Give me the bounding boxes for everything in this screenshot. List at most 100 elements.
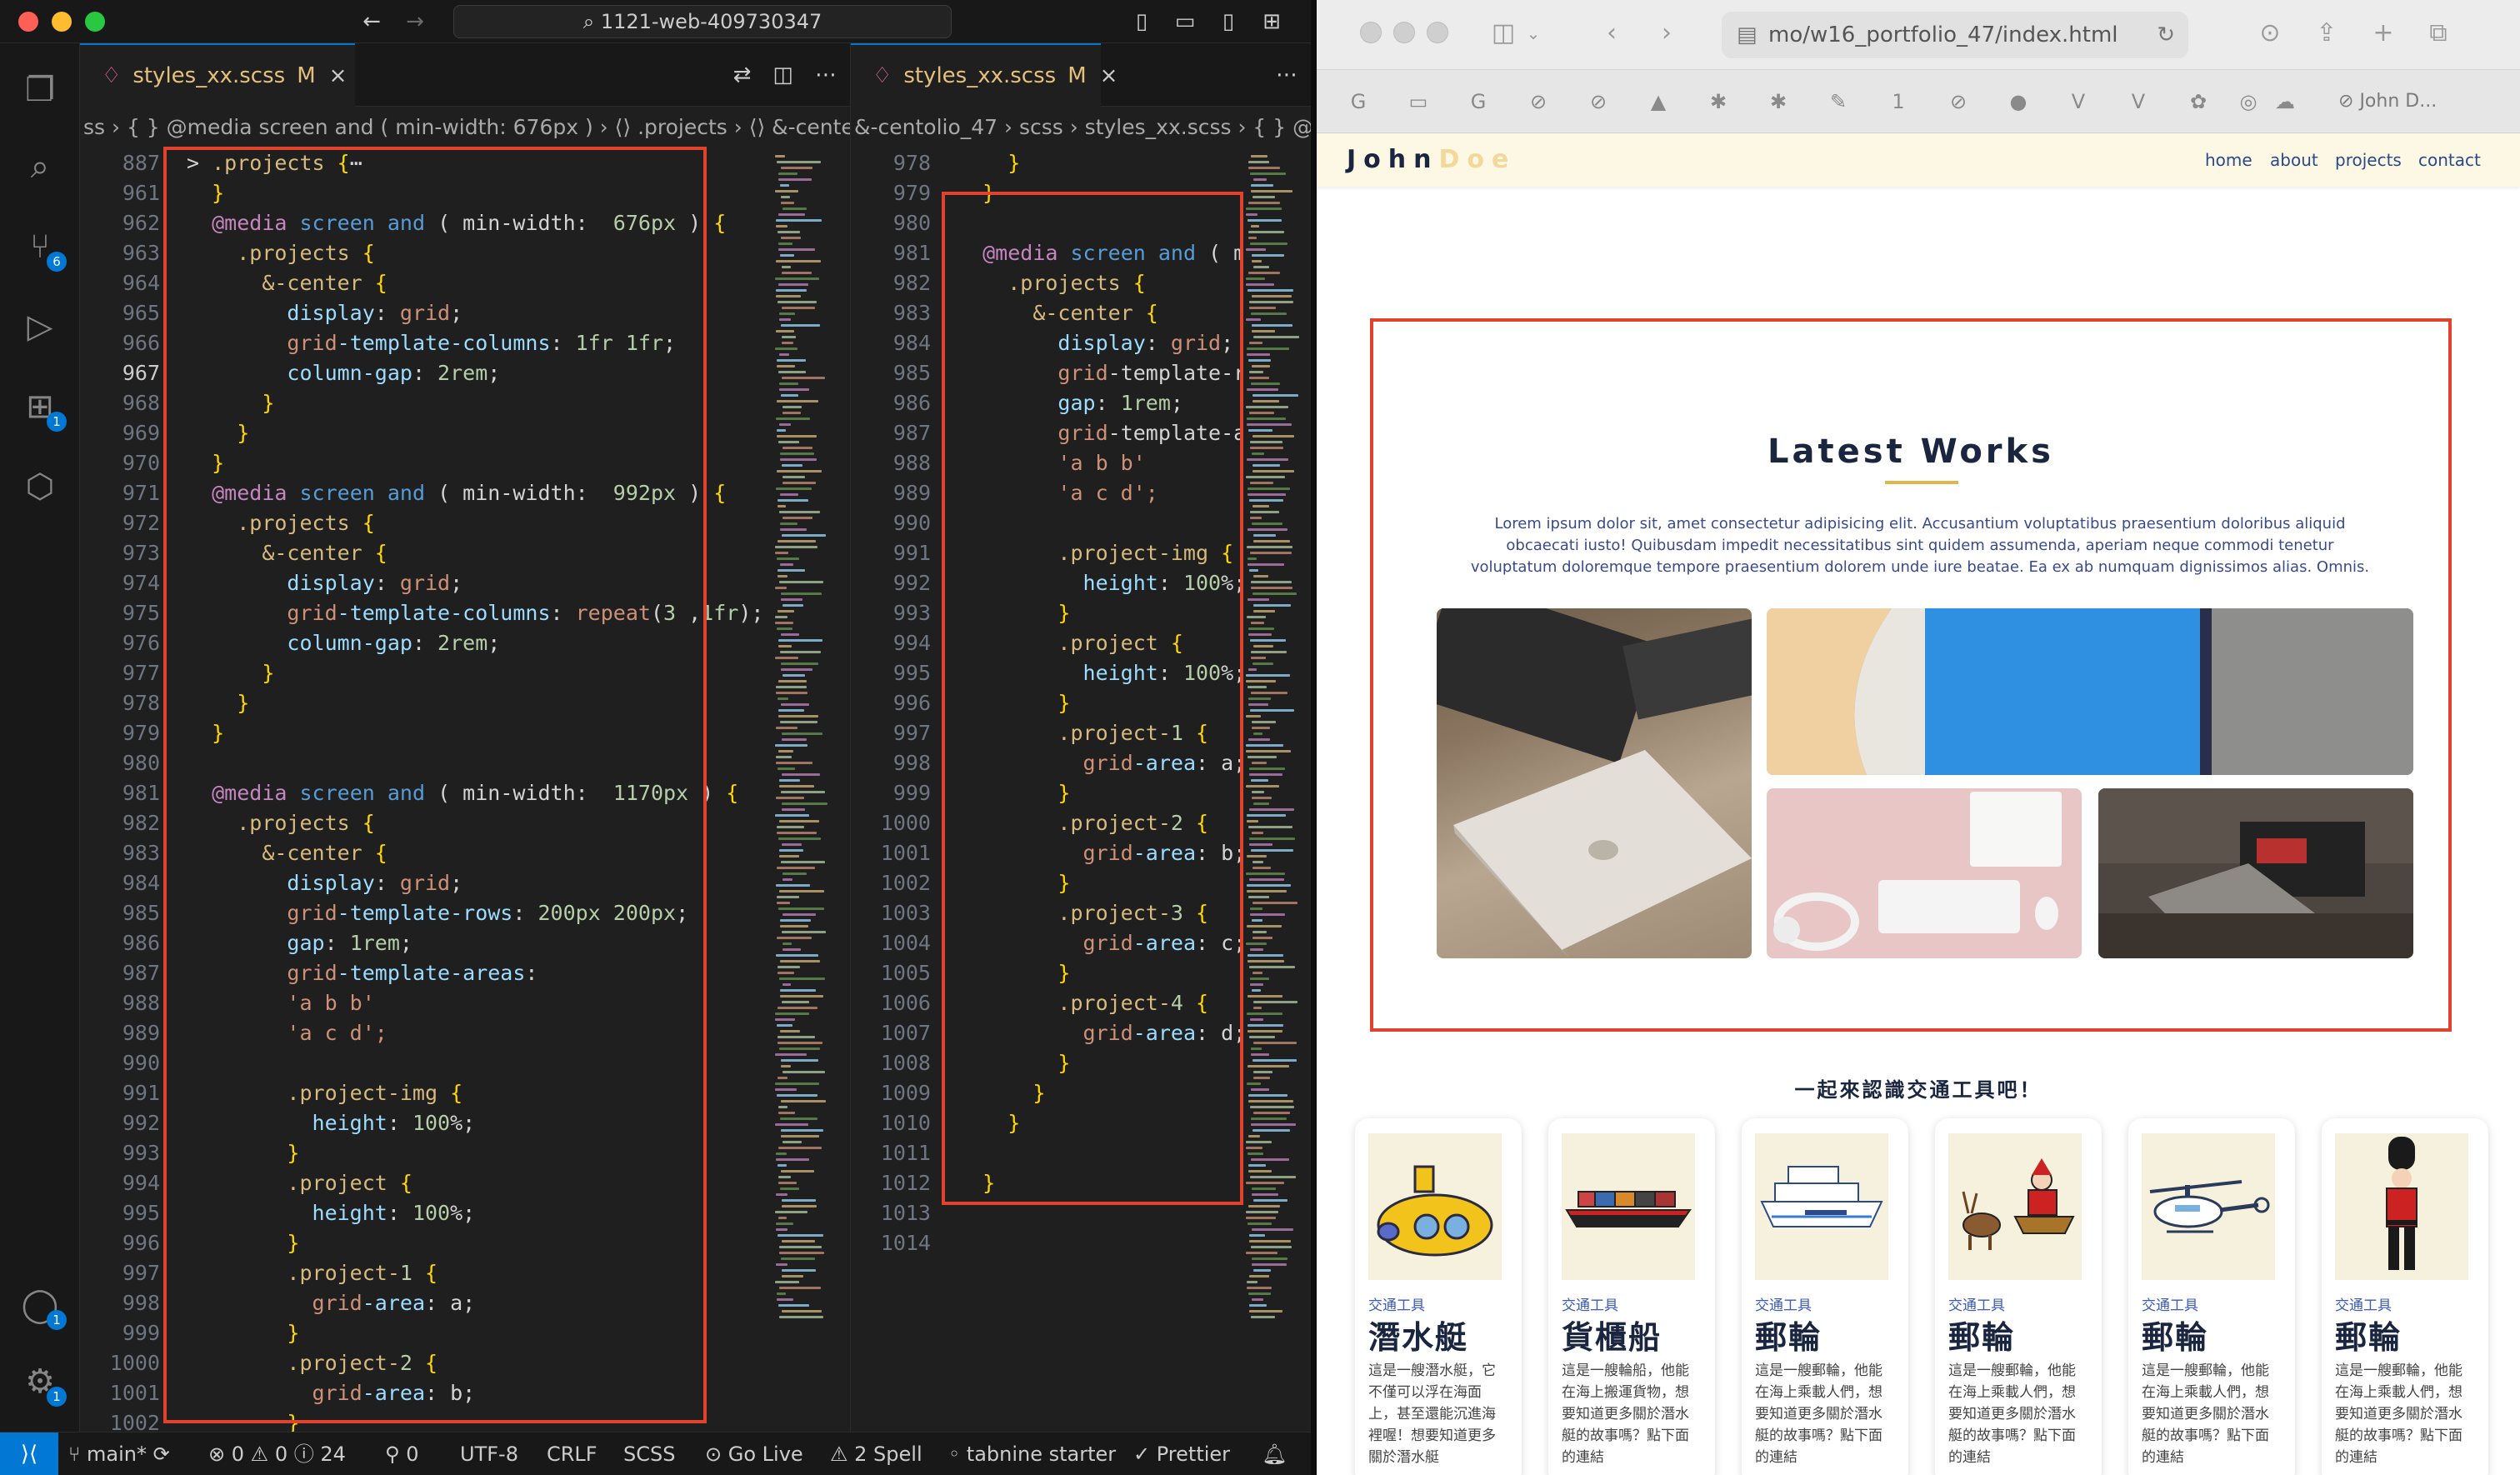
settings-gear-icon[interactable]: ⚙ 1 bbox=[18, 1360, 67, 1407]
minimap-stroke bbox=[1253, 645, 1273, 648]
compare-changes-icon[interactable]: ⇄ bbox=[733, 62, 752, 88]
tabnine-status[interactable]: ◦ tabnine starter bbox=[948, 1432, 1116, 1475]
customize-layout-icon[interactable]: ⊞ bbox=[1258, 8, 1285, 35]
card-cruise-ship[interactable]: 交通工具 郵輪 這是一艘郵輪，他能在海上乘載人們，想要知道更多關於潛水艇的故事嗎… bbox=[1742, 1118, 1908, 1475]
prettier-status[interactable]: ✓ Prettier bbox=[1133, 1432, 1230, 1475]
toggle-sidebar-icon[interactable]: ▯ bbox=[1128, 8, 1155, 35]
favorite-compass-icon[interactable]: ⊘ bbox=[1582, 85, 1615, 118]
more-actions-icon[interactable]: ⋯ bbox=[1276, 62, 1298, 88]
code-line[interactable]: 1014 bbox=[851, 1228, 1242, 1258]
favorite-g-icon[interactable]: G bbox=[1462, 85, 1495, 118]
split-editor-icon[interactable]: ◫ bbox=[772, 62, 793, 88]
source-control-icon[interactable]: ⑂ 6 bbox=[18, 225, 67, 272]
run-debug-icon[interactable]: ▷ bbox=[18, 305, 62, 348]
sidebar-toggle-icon[interactable]: ◫ bbox=[1487, 17, 1520, 50]
github-icon[interactable]: ● bbox=[2002, 85, 2035, 118]
nav-link-projects[interactable]: projects bbox=[2335, 148, 2402, 172]
site-logo[interactable]: JohnDoe bbox=[1347, 140, 1516, 180]
favorite-v-icon[interactable]: V bbox=[2062, 85, 2095, 118]
editor-tab[interactable]: ♢ styles_xx.scss M × bbox=[80, 43, 355, 107]
breadcrumb[interactable]: &-centolio_47 › scss › styles_xx.scss › … bbox=[851, 107, 1311, 148]
tab-overview-icon[interactable]: ⧉ bbox=[2422, 17, 2455, 50]
golive-status[interactable]: ⊙ Go Live bbox=[705, 1432, 803, 1475]
minimap-stroke bbox=[1251, 1123, 1296, 1126]
minimap[interactable] bbox=[772, 148, 838, 1432]
minimap-stroke bbox=[1252, 1129, 1290, 1132]
nav-link-about[interactable]: about bbox=[2270, 148, 2318, 172]
eol-status[interactable]: CRLF bbox=[547, 1432, 598, 1475]
favorite-link[interactable]: ⊘ John D... bbox=[2338, 88, 2437, 115]
language-status[interactable]: SCSS bbox=[623, 1432, 675, 1475]
extensions-icon[interactable]: ⊞ 1 bbox=[18, 385, 67, 432]
favorite-leaf-icon[interactable]: ✱ bbox=[1702, 85, 1735, 118]
zoom-window-button[interactable] bbox=[1427, 22, 1448, 43]
search-icon[interactable]: ⌕ bbox=[18, 145, 62, 188]
card-submarine[interactable]: 交通工具 潛水艇 這是一艘潛水艇，它不僅可以浮在海面上，甚至還能沉進海裡喔！想要… bbox=[1355, 1118, 1522, 1475]
minimap-stroke bbox=[1246, 872, 1285, 875]
minimap-stroke bbox=[779, 353, 789, 356]
vertical-scrollbar[interactable] bbox=[838, 148, 850, 1432]
command-center[interactable]: ⌕ 1121-web-409730347 bbox=[453, 5, 952, 38]
favorite-cloud-icon[interactable]: ☁ bbox=[2268, 85, 2302, 118]
zoom-window-button[interactable] bbox=[85, 12, 105, 32]
favorite-compass-icon[interactable]: ⊘ bbox=[1942, 85, 1975, 118]
forward-icon[interactable]: › bbox=[1650, 17, 1683, 50]
url-text: mo/w16_portfolio_47/index.html bbox=[1768, 22, 2118, 48]
breadcrumb[interactable]: ss › { } @media screen and ( min-width: … bbox=[80, 107, 850, 148]
encoding-status[interactable]: UTF-8 bbox=[460, 1432, 518, 1475]
favorite-tool-icon[interactable]: ✎ bbox=[1822, 85, 1855, 118]
spell-status[interactable]: ⚠ 2 Spell bbox=[830, 1432, 922, 1475]
card-cargo-ship[interactable]: 交通工具 貨櫃船 這是一艘輪船，他能在海上搬運貨物，想要知道更多關於潛水艇的故事… bbox=[1548, 1118, 1715, 1475]
forward-arrow-icon[interactable]: → bbox=[402, 8, 428, 35]
favorite-drive-icon[interactable]: ▲ bbox=[1642, 85, 1675, 118]
minimap-stroke bbox=[1252, 762, 1267, 764]
editor-actions: ⋯ bbox=[1254, 43, 1298, 107]
close-tab-icon[interactable]: × bbox=[329, 63, 348, 88]
favorite-openai-icon[interactable]: ✿ bbox=[2182, 85, 2215, 118]
toggle-panel-icon[interactable]: ▭ bbox=[1172, 8, 1198, 35]
new-tab-icon[interactable]: + bbox=[2367, 17, 2400, 50]
toggle-secondary-sidebar-icon[interactable]: ▯ bbox=[1215, 8, 1242, 35]
minimap-stroke bbox=[780, 925, 808, 928]
branch-status[interactable]: ⑂ main* ⟳ bbox=[68, 1432, 170, 1475]
accounts-icon[interactable]: ◯ 1 bbox=[18, 1283, 67, 1330]
ports-status[interactable]: ⚲ 0 bbox=[385, 1432, 419, 1475]
close-window-button[interactable] bbox=[18, 12, 38, 32]
favorite-folder-icon[interactable]: ▭ bbox=[1402, 85, 1435, 118]
favorite-v-icon[interactable]: V bbox=[2122, 85, 2155, 118]
minimize-window-button[interactable] bbox=[1393, 22, 1415, 43]
nav-link-contact[interactable]: contact bbox=[2418, 148, 2481, 172]
close-tab-icon[interactable]: × bbox=[1100, 63, 1118, 88]
back-icon[interactable]: ‹ bbox=[1595, 17, 1628, 50]
favorite-leaf-icon[interactable]: ✱ bbox=[1762, 85, 1795, 118]
nav-link-home[interactable]: home bbox=[2205, 148, 2252, 172]
minimap-stroke bbox=[1252, 1258, 1288, 1260]
remote-explorer-icon[interactable]: ⬡ bbox=[18, 465, 62, 508]
close-window-button[interactable] bbox=[1360, 22, 1382, 43]
minimap-stroke bbox=[779, 1246, 822, 1248]
more-actions-icon[interactable]: ⋯ bbox=[815, 62, 837, 88]
favorite-compass-icon[interactable]: ⊘ bbox=[1522, 85, 1555, 118]
code-line[interactable]: 978 } bbox=[851, 148, 1242, 178]
favorite-circle-icon[interactable]: ◎ bbox=[2232, 85, 2265, 118]
notifications-bell-icon[interactable]: 🔔︎ bbox=[1262, 1432, 1287, 1475]
favorite-number-icon[interactable]: 1 bbox=[1882, 85, 1915, 118]
problems-status[interactable]: ⊗ 0 ⚠ 0 ⓘ 24 bbox=[208, 1432, 346, 1475]
card-sleigh[interactable]: 交通工具 郵輪 這是一艘郵輪，他能在海上乘載人們，想要知道更多關於潛水艇的故事嗎… bbox=[1935, 1118, 2102, 1475]
explorer-icon[interactable]: ❐ bbox=[18, 68, 62, 112]
chevron-down-icon[interactable]: ⌄ bbox=[1522, 17, 1545, 50]
back-arrow-icon[interactable]: ← bbox=[358, 8, 385, 35]
card-guard[interactable]: 交通工具 郵輪 這是一艘郵輪，他能在海上乘載人們，想要知道更多關於潛水艇的故事嗎… bbox=[2322, 1118, 2488, 1475]
downloads-icon[interactable]: ⊙ bbox=[2253, 17, 2287, 50]
minimize-window-button[interactable] bbox=[52, 12, 72, 32]
minimap-stroke bbox=[775, 190, 798, 192]
minimap[interactable] bbox=[1242, 148, 1299, 1432]
remote-indicator-icon[interactable]: ⟩⟨ bbox=[0, 1432, 58, 1475]
address-bar[interactable]: ▤ mo/w16_portfolio_47/index.html ↻ bbox=[1722, 12, 2188, 58]
card-helicopter[interactable]: 交通工具 郵輪 這是一艘郵輪，他能在海上乘載人們，想要知道更多關於潛水艇的故事嗎… bbox=[2128, 1118, 2295, 1475]
reload-icon[interactable]: ↻ bbox=[2157, 12, 2175, 58]
favorite-g-icon[interactable]: G bbox=[1342, 85, 1375, 118]
share-icon[interactable]: ⇪ bbox=[2310, 17, 2343, 50]
editor-tab[interactable]: ♢ styles_xx.scss M × bbox=[851, 43, 1118, 107]
vertical-scrollbar[interactable] bbox=[1299, 148, 1311, 1432]
